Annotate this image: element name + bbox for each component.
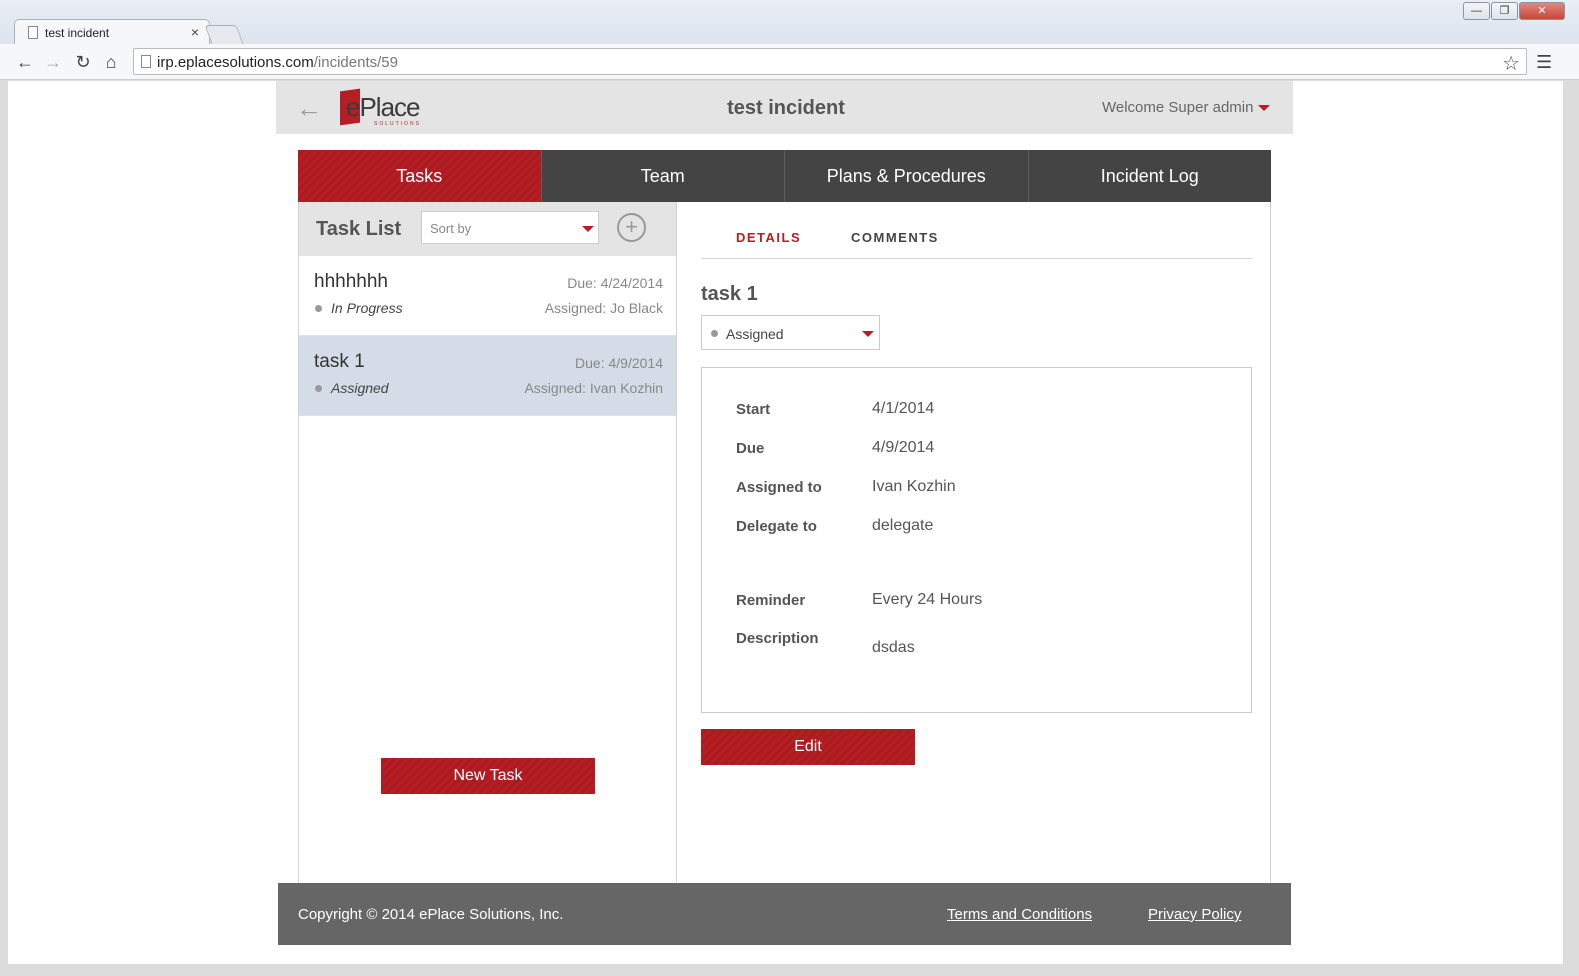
page-icon: [141, 55, 151, 68]
tasks-panel: Task List Sort by + hhhhhhh Due: 4/24/20…: [298, 202, 1271, 884]
task-list-header: Task List Sort by +: [299, 202, 676, 256]
description-label: Description: [736, 630, 819, 647]
chevron-down-icon: [862, 331, 874, 337]
description-value: dsdas: [872, 639, 915, 656]
edit-button[interactable]: Edit: [701, 729, 915, 765]
task-assigned: Assigned: Ivan Kozhin: [524, 380, 663, 396]
task-list-item[interactable]: hhhhhhh Due: 4/24/2014 In Progress Assig…: [299, 256, 676, 336]
add-task-icon[interactable]: +: [617, 213, 646, 242]
reload-icon[interactable]: ↻: [72, 51, 94, 73]
bookmark-star-icon[interactable]: ☆: [1502, 51, 1520, 76]
status-select[interactable]: Assigned: [701, 315, 880, 350]
user-menu[interactable]: Welcome Super admin: [1102, 99, 1253, 116]
status-dot-icon: [315, 305, 322, 312]
page-icon: [28, 26, 38, 39]
task-status: Assigned: [331, 380, 389, 396]
browser-titlebar: test incident × — ❐ ✕: [0, 0, 1579, 45]
start-label: Start: [736, 401, 771, 418]
status-dot-icon: [711, 330, 718, 337]
maximize-button[interactable]: ❐: [1491, 2, 1518, 20]
start-value: 4/1/2014: [872, 400, 935, 417]
address-bar[interactable]: irp.eplacesolutions.com/incidents/59 ☆: [133, 48, 1527, 75]
detail-tabs: DETAILS COMMENTS: [701, 202, 1252, 259]
privacy-link[interactable]: Privacy Policy: [1148, 906, 1241, 923]
tab-title: test incident: [45, 26, 110, 40]
task-assigned: Assigned: Jo Black: [544, 300, 663, 316]
task-name: task 1: [314, 351, 365, 372]
reminder-value: Every 24 Hours: [872, 591, 983, 608]
eplace-logo[interactable]: ePlace SOLUTIONS: [340, 86, 424, 128]
browser-toolbar: ← → ↻ ⌂ irp.eplacesolutions.com/incident…: [0, 44, 1579, 80]
tab-plans-procedures[interactable]: Plans & Procedures: [785, 150, 1029, 202]
task-name: hhhhhhh: [314, 271, 388, 292]
new-tab-button[interactable]: [204, 25, 244, 44]
page-viewport: ← ePlace SOLUTIONS test incident Welcome…: [8, 81, 1563, 964]
reminder-label: Reminder: [736, 592, 806, 609]
forward-icon[interactable]: →: [42, 51, 64, 73]
assigned-value: Ivan Kozhin: [872, 478, 956, 495]
task-status: In Progress: [331, 300, 403, 316]
window-frame-bottom: [0, 964, 1579, 976]
home-icon[interactable]: ⌂: [100, 51, 122, 73]
logo-subtitle: SOLUTIONS: [374, 121, 421, 127]
minimize-button[interactable]: —: [1463, 2, 1490, 20]
browser-menu-icon[interactable]: ☰: [1536, 52, 1552, 73]
logo-wordmark: ePlace: [346, 92, 420, 122]
tab-comments[interactable]: COMMENTS: [851, 230, 939, 245]
url-path: /incidents/59: [313, 54, 398, 71]
footer: Copyright © 2014 ePlace Solutions, Inc. …: [278, 883, 1291, 945]
close-window-button[interactable]: ✕: [1519, 2, 1565, 20]
sort-placeholder: Sort by: [430, 221, 472, 236]
sort-select[interactable]: Sort by: [421, 211, 599, 244]
chevron-down-icon: [582, 226, 594, 232]
assigned-label: Assigned to: [736, 479, 822, 496]
status-value: Assigned: [726, 326, 784, 342]
incident-title: test incident: [727, 97, 845, 119]
status-dot-icon: [315, 385, 322, 392]
due-label: Due: [736, 440, 765, 457]
tab-incident-log[interactable]: Incident Log: [1028, 150, 1271, 202]
task-list-item[interactable]: task 1 Due: 4/9/2014 Assigned Assigned: …: [299, 336, 676, 416]
task-details-column: DETAILS COMMENTS task 1 Assigned Start 4…: [677, 202, 1271, 884]
task-detail-box: Start 4/1/2014 Due 4/9/2014 Assigned to …: [701, 367, 1252, 713]
task-title: task 1: [701, 283, 758, 305]
tab-tasks[interactable]: Tasks: [298, 150, 542, 202]
task-list-title: Task List: [316, 218, 402, 240]
tab-team[interactable]: Team: [541, 150, 785, 202]
due-value: 4/9/2014: [872, 439, 935, 456]
url-text: irp.eplacesolutions.com/incidents/59: [157, 54, 398, 71]
terms-link[interactable]: Terms and Conditions: [947, 906, 1092, 923]
delegate-label: Delegate to: [736, 518, 817, 535]
tab-details[interactable]: DETAILS: [736, 230, 801, 245]
tab-close-icon[interactable]: ×: [191, 24, 199, 40]
url-host: irp.eplacesolutions.com: [157, 54, 314, 71]
browser-tab[interactable]: test incident ×: [14, 19, 210, 45]
delegate-value: delegate: [872, 517, 934, 534]
chevron-down-icon[interactable]: [1258, 105, 1270, 111]
app-header: ← ePlace SOLUTIONS test incident Welcome…: [276, 81, 1293, 134]
back-icon[interactable]: ←: [14, 51, 36, 73]
task-list-column: Task List Sort by + hhhhhhh Due: 4/24/20…: [299, 202, 677, 884]
back-arrow-icon[interactable]: ←: [296, 93, 322, 124]
task-due: Due: 4/9/2014: [575, 355, 663, 371]
copyright-text: Copyright © 2014 ePlace Solutions, Inc.: [298, 906, 564, 923]
main-tabs: Tasks Team Plans & Procedures Incident L…: [298, 150, 1271, 202]
new-task-button[interactable]: New Task: [381, 758, 595, 794]
task-due: Due: 4/24/2014: [567, 275, 663, 291]
